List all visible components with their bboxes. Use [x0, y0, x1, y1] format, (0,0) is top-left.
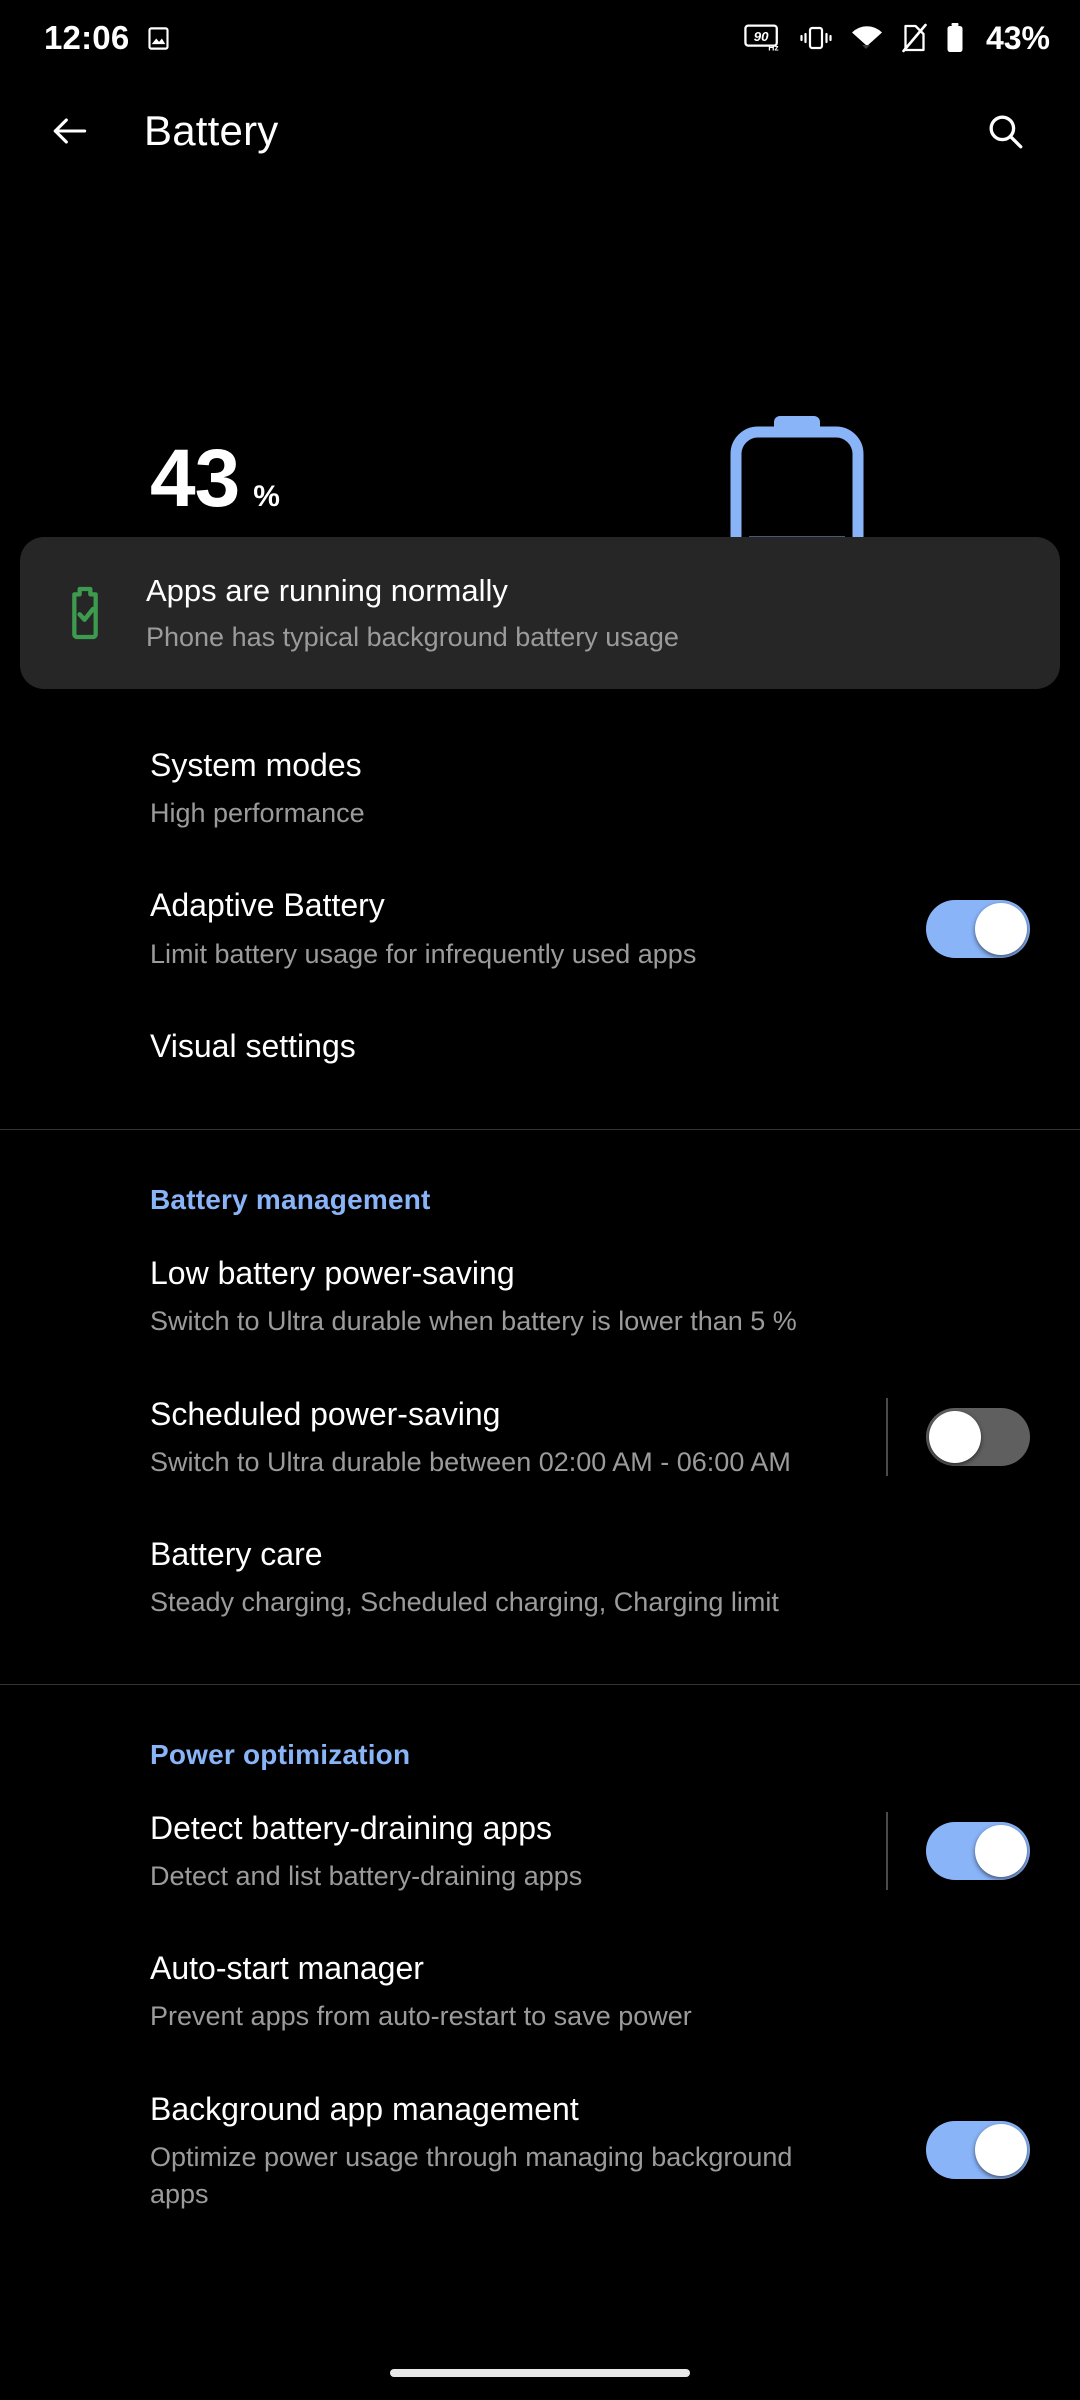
settings-list: System modes High performance Adaptive B… [0, 700, 1080, 2239]
battery-status-card-text: Apps are running normally Phone has typi… [146, 571, 679, 654]
setting-subtitle: Detect and list battery-draining apps [150, 1858, 826, 1895]
setting-row-visual-settings[interactable]: Visual settings [0, 999, 1080, 1093]
setting-row-text: Battery care Steady charging, Scheduled … [150, 1533, 850, 1621]
setting-row-control [850, 900, 1080, 958]
setting-subtitle: Switch to Ultra durable between 02:00 AM… [150, 1444, 826, 1481]
scheduled-power-saving-toggle[interactable] [926, 1408, 1030, 1466]
battery-percentage-value: 43 [150, 438, 239, 520]
setting-title: System modes [150, 744, 826, 786]
svg-text:90: 90 [754, 29, 769, 44]
setting-row-detect-battery-draining-apps[interactable]: Detect battery-draining apps Detect and … [0, 1781, 1080, 1921]
adaptive-battery-toggle[interactable] [926, 900, 1030, 958]
setting-row-low-battery-power-saving[interactable]: Low battery power-saving Switch to Ultra… [0, 1226, 1080, 1366]
status-bar-battery-percent: 43% [986, 20, 1050, 57]
list-spacer [0, 1093, 1080, 1129]
setting-title: Detect battery-draining apps [150, 1807, 826, 1849]
status-bar-right-icons: 90 Hz [744, 20, 1050, 57]
setting-title: Battery care [150, 1533, 826, 1575]
battery-icon [945, 22, 965, 54]
background-app-management-toggle[interactable] [926, 2121, 1030, 2179]
search-icon [984, 110, 1026, 152]
control-divider [886, 1398, 888, 1476]
image-icon [145, 25, 172, 52]
detect-battery-draining-apps-toggle[interactable] [926, 1822, 1030, 1880]
setting-row-system-modes[interactable]: System modes High performance [0, 718, 1080, 858]
setting-row-control [850, 1812, 1080, 1890]
toggle-knob [929, 1411, 981, 1463]
list-spacer [0, 700, 1080, 718]
setting-subtitle: Limit battery usage for infrequently use… [150, 936, 826, 973]
setting-row-text: System modes High performance [150, 744, 850, 832]
setting-title: Low battery power-saving [150, 1252, 826, 1294]
no-sim-icon [901, 23, 928, 53]
setting-subtitle: Optimize power usage through managing ba… [150, 2139, 826, 2214]
setting-row-text: Low battery power-saving Switch to Ultra… [150, 1252, 850, 1340]
setting-row-text: Scheduled power-saving Switch to Ultra d… [150, 1393, 850, 1481]
setting-row-auto-start-manager[interactable]: Auto-start manager Prevent apps from aut… [0, 1921, 1080, 2061]
setting-row-text: Background app management Optimize power… [150, 2088, 850, 2214]
setting-row-background-app-management[interactable]: Background app management Optimize power… [0, 2062, 1080, 2240]
refresh-rate-90hz-icon: 90 Hz [744, 23, 782, 53]
setting-row-text: Detect battery-draining apps Detect and … [150, 1807, 850, 1895]
status-bar-left-icons [145, 25, 172, 52]
vibrate-icon [799, 24, 833, 52]
setting-title: Background app management [150, 2088, 826, 2130]
search-button[interactable] [970, 96, 1040, 166]
back-button[interactable] [36, 97, 104, 165]
section-header-power-optimization: Power optimization [0, 1685, 1080, 1781]
battery-percentage-symbol: % [253, 480, 280, 514]
toggle-knob [975, 2124, 1027, 2176]
battery-check-icon [62, 586, 108, 640]
section-header-battery-management: Battery management [0, 1130, 1080, 1226]
battery-percentage: 43 % [150, 438, 280, 520]
setting-row-text: Visual settings [150, 1025, 850, 1067]
setting-title: Visual settings [150, 1025, 826, 1067]
home-gesture-pill[interactable] [390, 2369, 690, 2377]
setting-row-control [850, 1398, 1080, 1476]
setting-row-control [850, 2121, 1080, 2179]
setting-subtitle: High performance [150, 795, 826, 832]
setting-title: Adaptive Battery [150, 884, 826, 926]
toggle-knob [975, 1825, 1027, 1877]
list-spacer [0, 1648, 1080, 1684]
battery-status-card[interactable]: Apps are running normally Phone has typi… [20, 537, 1060, 689]
setting-title: Auto-start manager [150, 1947, 826, 1989]
setting-subtitle: Switch to Ultra durable when battery is … [150, 1303, 826, 1340]
battery-summary: 43 % Should last until about 5:15 AM [0, 186, 1080, 486]
setting-row-text: Auto-start manager Prevent apps from aut… [150, 1947, 850, 2035]
app-bar: Battery [0, 76, 1080, 186]
battery-status-card-title: Apps are running normally [146, 571, 679, 611]
wifi-icon [850, 24, 884, 52]
svg-text:Hz: Hz [768, 42, 778, 52]
status-bar: 12:06 90 Hz [0, 0, 1080, 76]
arrow-back-icon [48, 109, 92, 153]
toggle-knob [975, 903, 1027, 955]
setting-row-adaptive-battery[interactable]: Adaptive Battery Limit battery usage for… [0, 858, 1080, 998]
page-title: Battery [144, 107, 278, 155]
battery-status-card-subtitle: Phone has typical background battery usa… [146, 620, 679, 655]
status-bar-clock: 12:06 [44, 19, 129, 57]
setting-row-scheduled-power-saving[interactable]: Scheduled power-saving Switch to Ultra d… [0, 1367, 1080, 1507]
setting-row-battery-care[interactable]: Battery care Steady charging, Scheduled … [0, 1507, 1080, 1647]
navigation-bar [0, 2346, 1080, 2400]
control-divider [886, 1812, 888, 1890]
battery-settings-screen: 12:06 90 Hz [0, 0, 1080, 2400]
setting-subtitle: Prevent apps from auto-restart to save p… [150, 1998, 826, 2035]
setting-title: Scheduled power-saving [150, 1393, 826, 1435]
setting-subtitle: Steady charging, Scheduled charging, Cha… [150, 1584, 826, 1621]
setting-row-text: Adaptive Battery Limit battery usage for… [150, 884, 850, 972]
